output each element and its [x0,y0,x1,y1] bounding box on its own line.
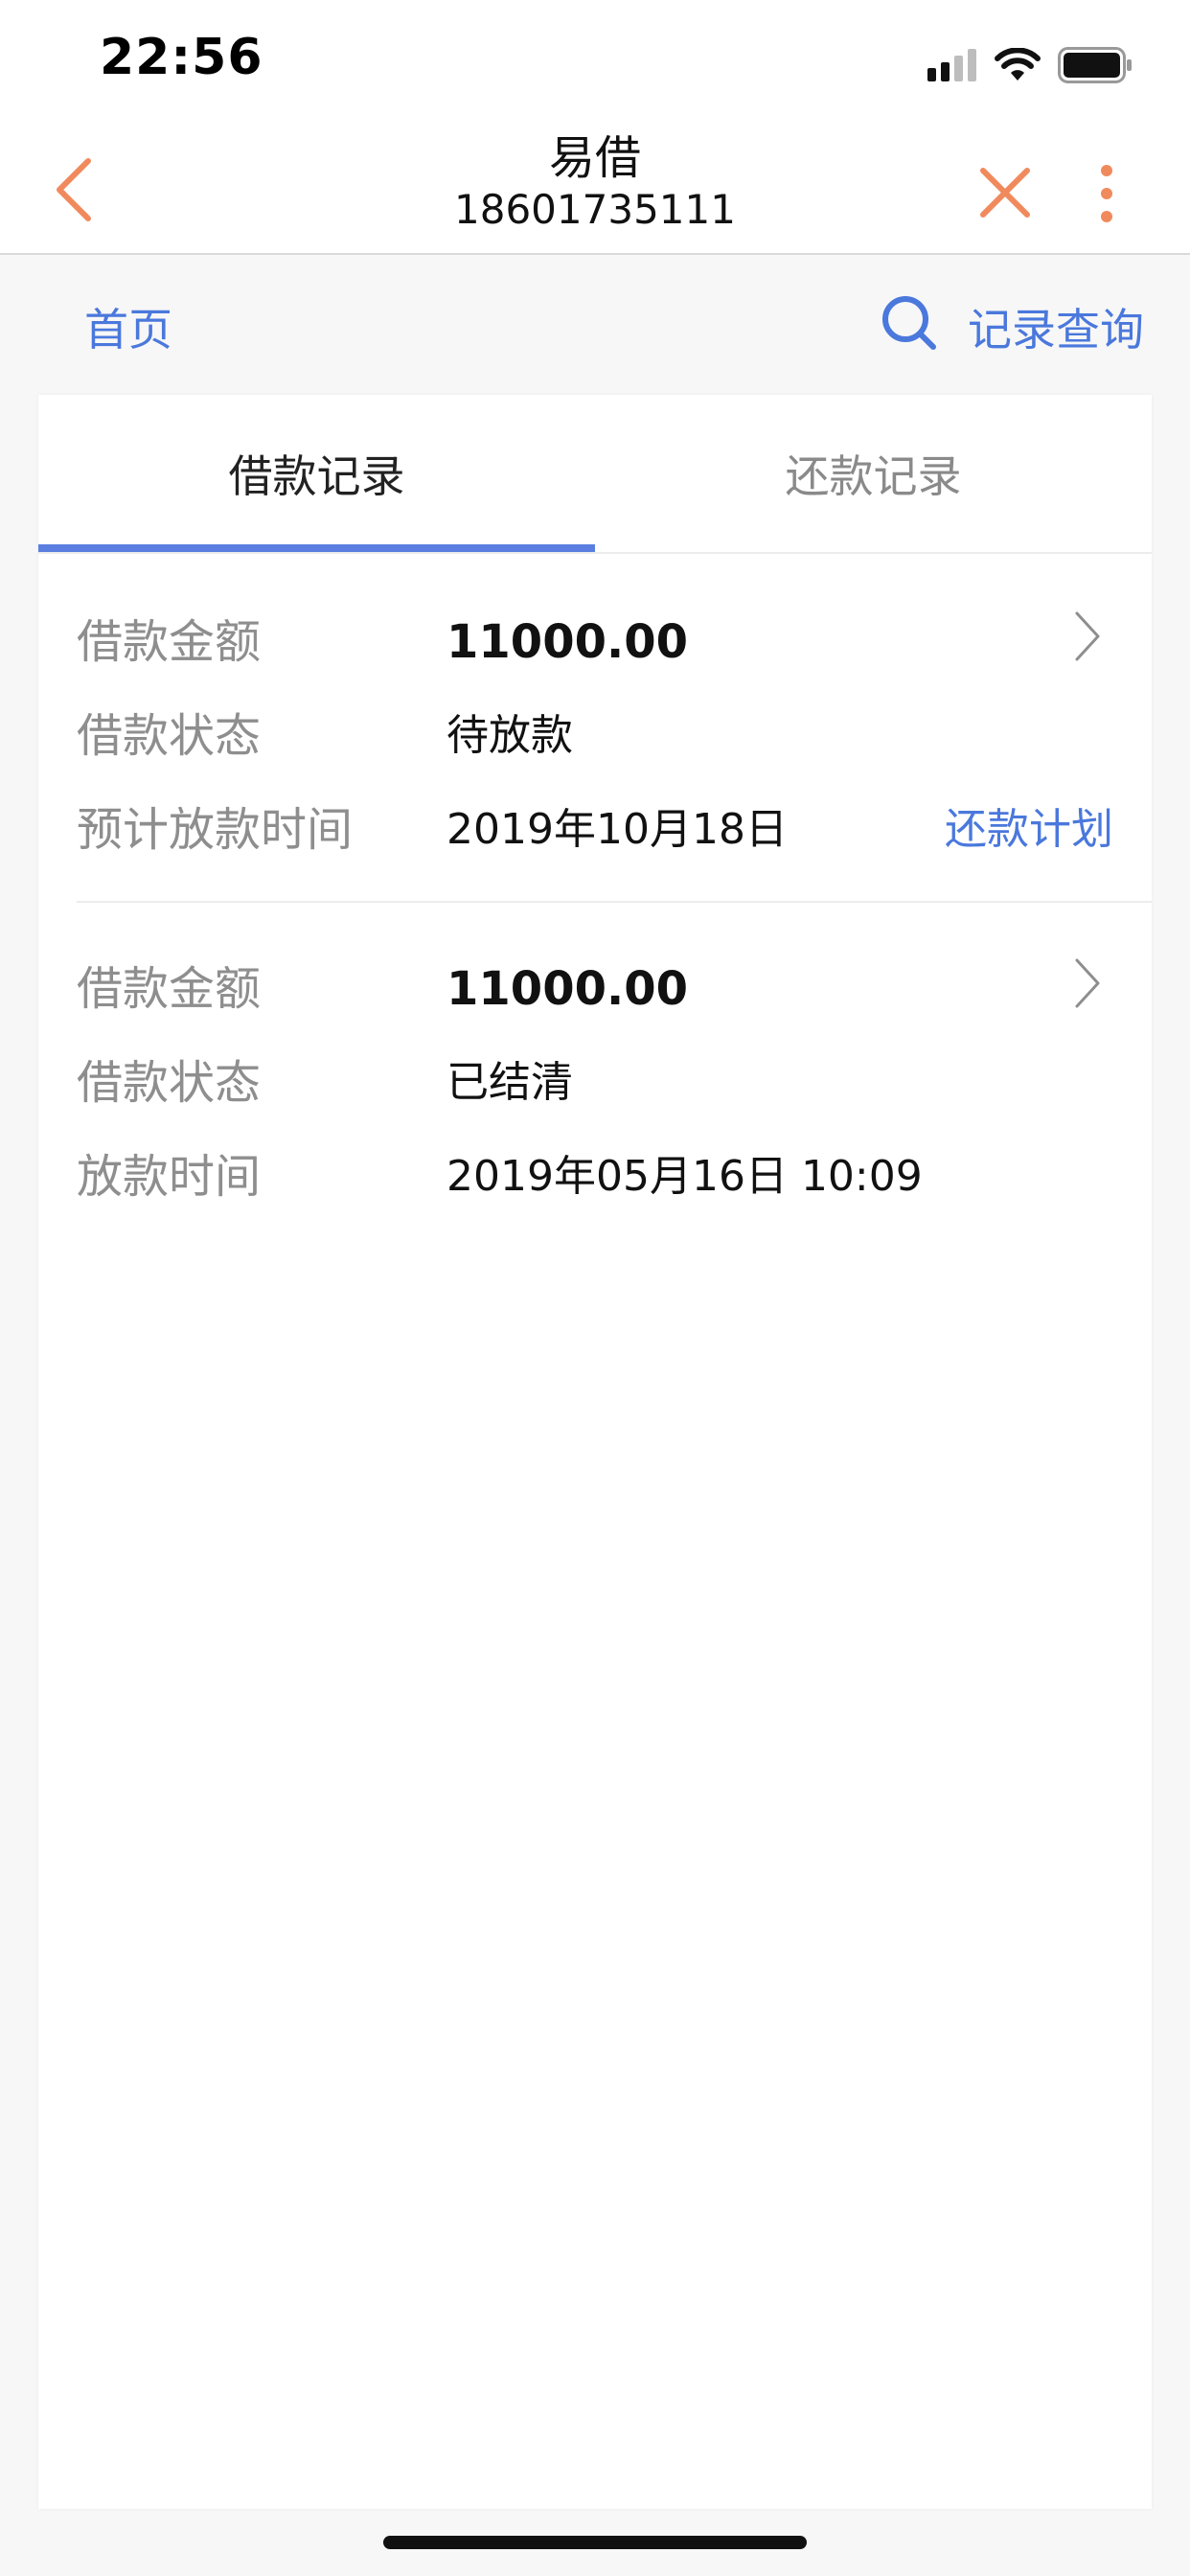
amount-label: 借款金额 [77,962,262,1016]
amount-value: 11000.00 [446,962,689,1016]
status-time: 22:56 [100,29,263,86]
status-row: 借款状态 已结清 [77,1045,1113,1121]
amount-label: 借款金额 [77,615,262,669]
amount-value: 11000.00 [446,615,689,669]
amount-row: 借款金额 11000.00 [77,604,1113,680]
time-value: 2019年05月16日 10:09 [446,1152,923,1201]
tab-repayment-records[interactable]: 还款记录 [595,395,1152,552]
status-value: 已结清 [446,1058,573,1107]
time-label: 放款时间 [77,1150,262,1204]
sub-header: 首页 记录查询 [0,255,1190,393]
close-icon[interactable] [977,165,1033,220]
loan-record-item[interactable]: 借款金额 11000.00 借款状态 已结清 放款时间 2019年05月16日 … [38,903,1152,1248]
record-query-link[interactable]: 记录查询 [968,295,1144,358]
time-row: 放款时间 2019年05月16日 10:09 [77,1138,1113,1215]
tab-bar: 借款记录 还款记录 [38,395,1152,554]
home-indicator [383,2536,807,2549]
status-row: 借款状态 待放款 [77,698,1113,774]
nav-bar: 易借 18601735111 [0,126,1190,255]
tab-loan-records[interactable]: 借款记录 [38,395,595,552]
amount-row: 借款金额 11000.00 [77,951,1113,1027]
status-icons [927,44,1133,86]
time-row: 预计放款时间 2019年10月18日 还款计划 [77,792,1113,868]
chevron-right-icon [1075,611,1100,661]
status-label: 借款状态 [77,1056,262,1110]
chevron-right-icon [1075,958,1100,1008]
time-value: 2019年10月18日 [446,805,788,854]
battery-icon [1058,47,1132,83]
status-label: 借款状态 [77,709,262,763]
loan-record-item[interactable]: 借款金额 11000.00 借款状态 待放款 预计放款时间 2019年10月18… [38,552,1152,912]
home-link[interactable]: 首页 [84,295,172,358]
wifi-icon [995,48,1041,80]
more-vertical-icon[interactable] [1092,163,1121,224]
search-icon[interactable] [880,293,939,353]
active-tab-indicator [38,544,595,552]
time-label: 预计放款时间 [77,803,354,857]
status-bar: 22:56 [0,0,1190,126]
repayment-plan-link[interactable]: 还款计划 [945,792,1113,868]
status-value: 待放款 [446,711,573,760]
signal-icon [927,49,976,81]
records-card: 借款记录 还款记录 借款金额 11000.00 借款状态 待放款 预计放款时间 … [38,395,1152,2509]
